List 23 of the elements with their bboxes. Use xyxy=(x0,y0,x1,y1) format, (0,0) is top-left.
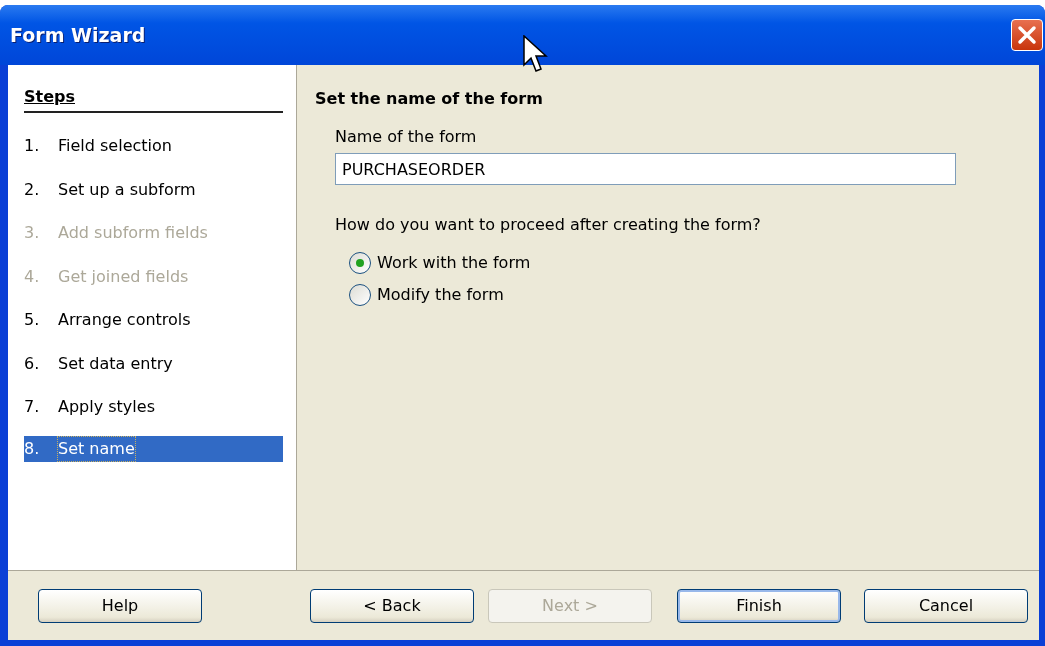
dialog-button[interactable]: Cancel xyxy=(864,588,1028,623)
dialog-button[interactable]: Help xyxy=(38,588,202,623)
dialog-button[interactable]: < Back xyxy=(310,588,474,623)
field-label: Name of the form xyxy=(335,126,478,148)
step-item[interactable]: 1. Field selection xyxy=(24,131,283,161)
option-label[interactable]: Work with the form xyxy=(377,251,531,275)
radio-button[interactable] xyxy=(349,252,371,274)
step-item[interactable]: 6. Set data entry xyxy=(24,348,283,379)
option-label[interactable]: Modify the form xyxy=(377,283,504,307)
mouse-cursor-icon xyxy=(523,35,549,75)
page-title: Set the name of the form xyxy=(315,88,544,110)
window-title: Form Wizard xyxy=(10,22,146,48)
dialog-button[interactable]: Finish xyxy=(677,588,841,623)
steps-heading: Steps xyxy=(24,85,283,113)
question-text: How do you want to proceed after creating the form? xyxy=(335,214,762,236)
step-item[interactable]: 2. Set up a subform xyxy=(24,174,283,205)
close-button[interactable] xyxy=(1011,19,1043,51)
step-item[interactable]: 7. Apply styles xyxy=(24,392,283,422)
step-item[interactable]: 8. Set name xyxy=(24,435,283,462)
radio-button[interactable] xyxy=(349,284,371,306)
step-item[interactable]: 5. Arrange controls xyxy=(24,305,283,335)
close-icon xyxy=(1017,25,1037,45)
form-name-field[interactable]: PURCHASEORDER xyxy=(335,153,956,185)
